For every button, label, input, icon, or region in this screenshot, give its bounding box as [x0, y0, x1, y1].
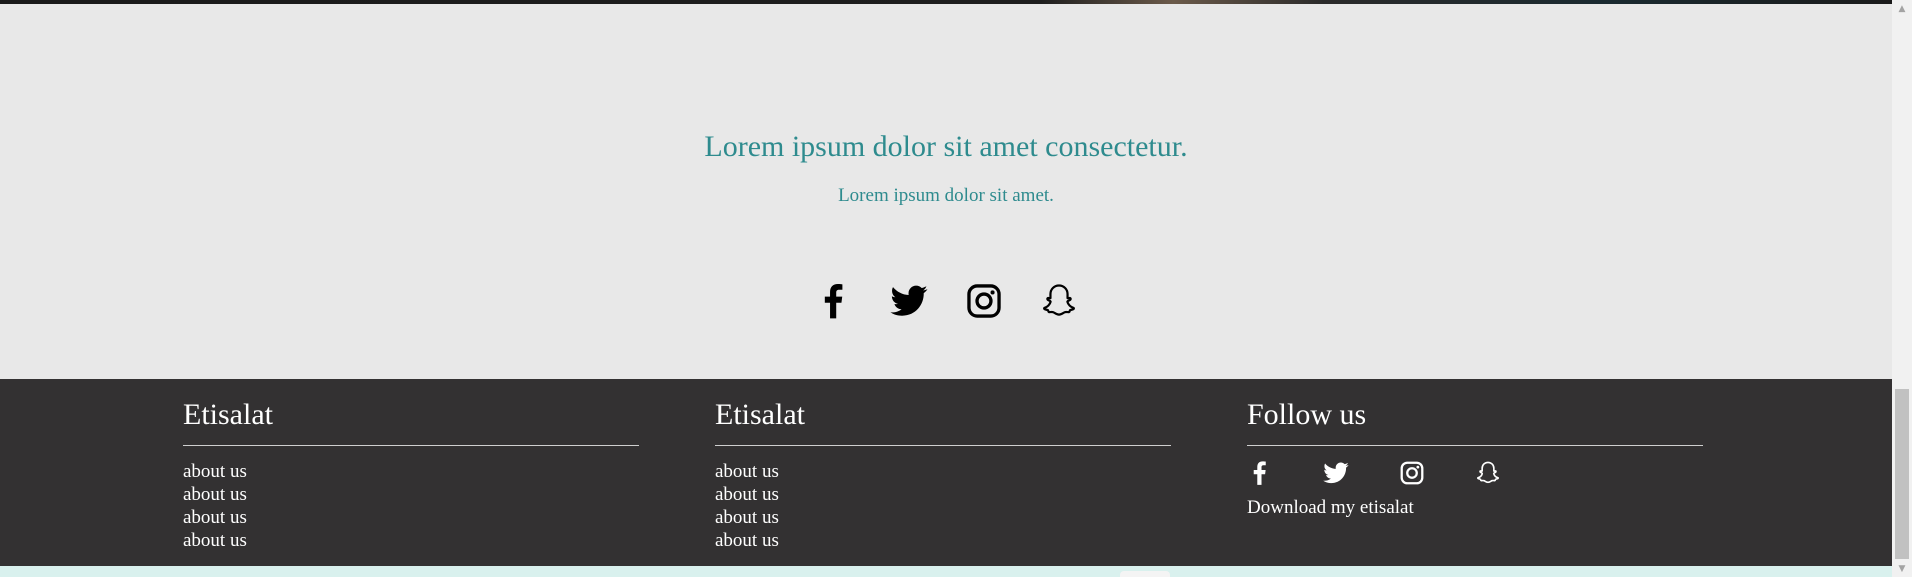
footer-social-links [1247, 458, 1703, 488]
footer-column-heading: Etisalat [715, 397, 1171, 446]
footer-column-1: Etisalat about us about us about us abou… [183, 397, 639, 552]
site-footer: Etisalat about us about us about us abou… [0, 379, 1892, 566]
footer-follow-column: Follow us Download my etisalat [1247, 397, 1703, 520]
hero-title: Lorem ipsum dolor sit amet consectetur. [704, 130, 1188, 163]
footer-link-about-us[interactable]: about us [183, 529, 639, 552]
footer-link-about-us[interactable]: about us [715, 506, 1171, 529]
download-app-link[interactable]: Download my etisalat [1247, 496, 1703, 520]
scrollbar-thumb[interactable] [1895, 389, 1909, 559]
facebook-icon[interactable] [1247, 458, 1277, 488]
footer-link-list: about us about us about us about us [715, 460, 1171, 552]
twitter-icon[interactable] [889, 280, 928, 322]
footer-link-about-us[interactable]: about us [715, 483, 1171, 506]
footer-link-about-us[interactable]: about us [715, 529, 1171, 552]
footer-link-list: about us about us about us about us [183, 460, 639, 552]
footer-column-heading: Etisalat [183, 397, 639, 446]
facebook-icon[interactable] [814, 280, 853, 322]
footer-link-about-us[interactable]: about us [183, 460, 639, 483]
footer-column-2: Etisalat about us about us about us abou… [715, 397, 1171, 552]
scroll-down-arrow-icon[interactable]: ▼ [1892, 560, 1912, 577]
hero-social-links [0, 280, 1892, 322]
next-section-element [1120, 571, 1170, 577]
scroll-up-arrow-icon[interactable]: ▲ [1892, 0, 1912, 17]
snapchat-icon[interactable] [1039, 280, 1078, 322]
vertical-scrollbar[interactable]: ▲ ▼ [1892, 0, 1912, 577]
footer-link-about-us[interactable]: about us [183, 483, 639, 506]
twitter-icon[interactable] [1323, 458, 1353, 488]
follow-us-heading: Follow us [1247, 397, 1703, 446]
hero-section: Lorem ipsum dolor sit amet consectetur. … [0, 4, 1892, 379]
footer-link-about-us[interactable]: about us [183, 506, 639, 529]
instagram-icon[interactable] [1399, 458, 1429, 488]
page: Lorem ipsum dolor sit amet consectetur. … [0, 0, 1912, 577]
instagram-icon[interactable] [964, 280, 1003, 322]
footer-link-about-us[interactable]: about us [715, 460, 1171, 483]
hero-subtitle: Lorem ipsum dolor sit amet. [838, 185, 1054, 206]
next-section-edge [0, 566, 1892, 577]
snapchat-icon[interactable] [1475, 458, 1505, 488]
